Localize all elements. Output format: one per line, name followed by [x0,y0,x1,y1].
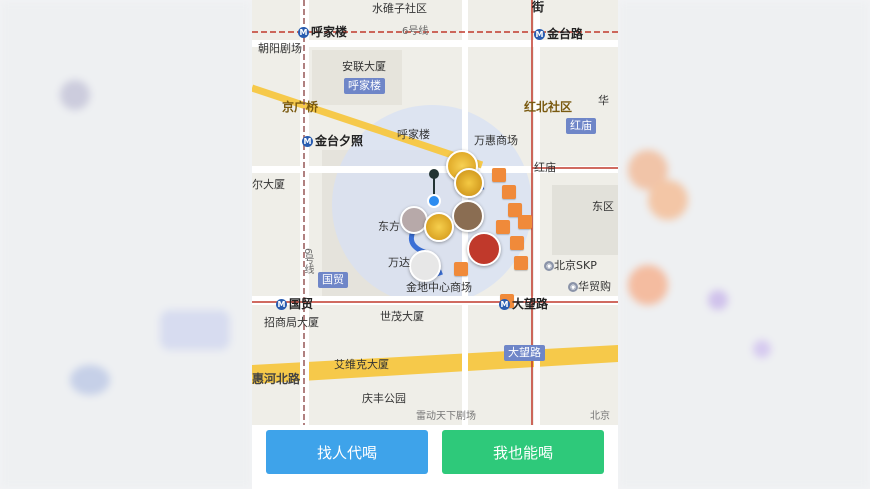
map-label: ◉ 华贸购 [568,280,611,293]
map-label: 金地中心商场 [406,281,472,294]
map-label: 庆丰公园 [362,392,406,405]
subway-icon: M [298,27,309,38]
map-label: 招商局大厦 [264,316,319,329]
map-label: 街 [532,0,545,14]
user-avatar[interactable] [452,200,484,232]
blurred-background-right [618,0,870,489]
map-view[interactable]: 水碓子社区 街 M 呼家楼 6号线 M 金台路 朝阳剧场 安联大厦 呼家楼 京广桥 … [252,0,618,425]
app-screen: 水碓子社区 街 M 呼家楼 6号线 M 金台路 朝阳剧场 安联大厦 呼家楼 京广桥 … [252,0,618,489]
map-label: 东方 [378,220,400,233]
road-label: 惠河北路 [252,372,301,386]
poi-icon: ◉ [544,261,554,271]
station-dawang-road: M 大望路 [499,297,549,311]
user-avatar[interactable] [467,232,501,266]
map-label: 安联大厦 [342,60,386,73]
area-tag: 红庙 [566,118,596,134]
gift-box-marker[interactable] [510,236,524,250]
station-honghmiao: 红庙 [534,161,556,174]
find-proxy-drinker-button[interactable]: 找人代喝 [266,430,428,474]
map-label: 万达 [388,256,410,269]
map-label: 朝阳剧场 [258,42,302,55]
area-tag: 国贸 [318,272,348,288]
gift-box-marker[interactable] [514,256,528,270]
subway-icon: M [302,136,313,147]
poi-icon: ◉ [568,282,578,292]
subway-icon: M [534,29,545,40]
map-label: 华 [598,94,609,107]
map-label: 万惠商场 [474,134,518,147]
map-label: 雷动天下剧场 [416,411,476,422]
gift-box-marker[interactable] [492,168,506,182]
map-label: 红北社区 [524,100,573,114]
map-label: ◉ 北京SKP [544,259,597,272]
map-label: 东区 [592,200,614,213]
subway-icon: M [499,299,510,310]
drinker-marker-gold[interactable] [454,168,484,198]
gift-box-marker[interactable] [496,220,510,234]
station-guomao: M 国贸 [276,297,314,311]
map-label: 京广桥 [282,100,319,114]
user-avatar[interactable] [409,250,441,282]
drinker-marker-gold[interactable] [424,212,454,242]
map-label: 呼家楼 [397,128,430,141]
subway-icon: M [276,299,287,310]
map-label: 尔大厦 [252,178,285,191]
gift-box-marker[interactable] [454,262,468,276]
map-label: 北京 [590,411,610,422]
map-label: 艾维克大厦 [334,358,389,371]
gift-box-marker[interactable] [502,185,516,199]
blurred-background-left [0,0,252,489]
road-label: 6号线 [302,248,313,275]
area-tag: 呼家楼 [344,78,385,94]
station-jintai-xizhao: M 金台夕照 [302,134,364,148]
station-jintai-road: M 金台路 [534,27,584,41]
i-can-drink-button[interactable]: 我也能喝 [442,430,604,474]
gift-box-marker[interactable] [518,215,532,229]
station-hujialou: M 呼家楼 [298,25,348,39]
road-tag: 大望路 [504,345,545,361]
map-label: 世茂大厦 [380,310,424,323]
map-label: 水碓子社区 [372,2,427,15]
road-label: 6号线 [402,26,429,37]
action-bar: 找人代喝 我也能喝 [252,425,618,489]
